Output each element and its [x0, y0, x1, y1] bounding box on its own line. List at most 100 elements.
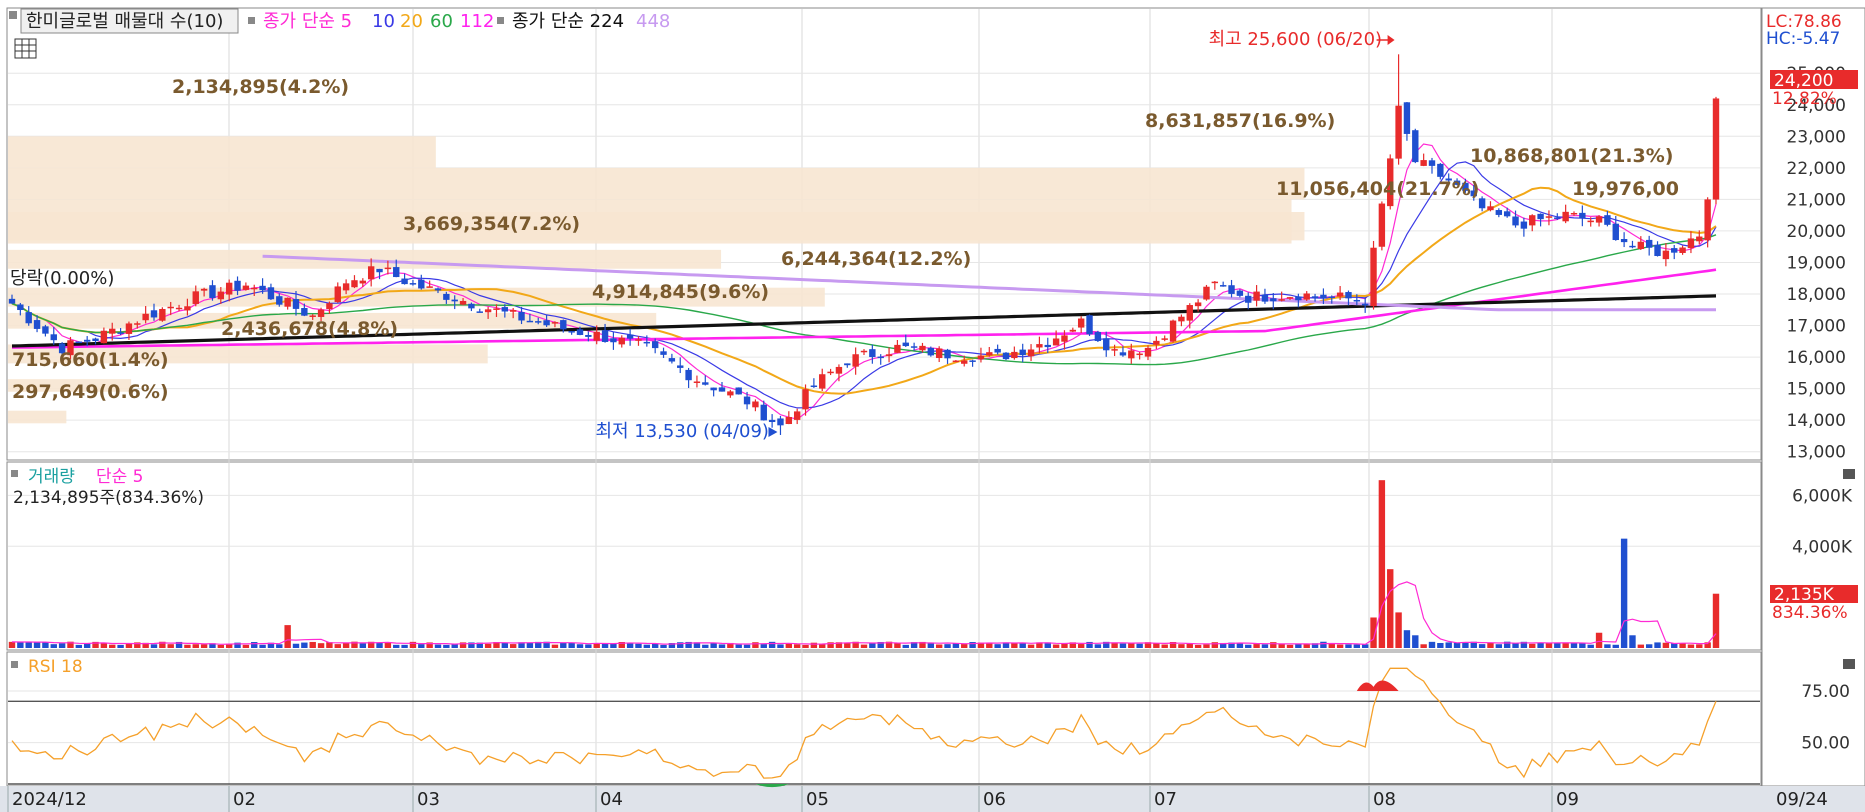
candle-up [752, 401, 759, 408]
volume-profile-label: 10,868,801(21.3%) [1470, 145, 1673, 167]
volume-bar [284, 625, 291, 648]
volume-bar [1128, 643, 1135, 648]
candle-up [793, 411, 801, 420]
volume-bar [184, 644, 191, 648]
volume-panel[interactable] [6, 461, 1762, 651]
volume-profile-label: 297,649(0.6%) [12, 381, 169, 403]
candle-down [401, 278, 408, 285]
candle-down [1086, 315, 1093, 335]
y-tick-label: 15,000 [1787, 380, 1846, 400]
candle-down [1645, 239, 1653, 248]
candle-up [1687, 238, 1695, 249]
volume-bar [1537, 642, 1544, 648]
candle-down [702, 382, 709, 385]
stock-chart: 25,00024,00023,00022,00021,00020,00019,0… [0, 0, 1865, 812]
candle-up [551, 322, 559, 324]
candle-up [1136, 353, 1143, 356]
candle-down [1320, 294, 1327, 298]
volume-profile-label: 2,436,678(4.8%) [221, 318, 398, 340]
candle-down [1353, 299, 1361, 302]
volume-bar [1453, 642, 1461, 648]
candle-down [267, 287, 275, 300]
volume-bar [200, 644, 208, 648]
y-tick-label: 21,000 [1787, 190, 1846, 210]
candle-up [1712, 98, 1720, 200]
y-tick-label: 19,000 [1787, 253, 1846, 273]
volume-bar [702, 644, 709, 648]
candle-down [1119, 352, 1127, 356]
candle-down [1219, 285, 1227, 287]
volume-bar [217, 644, 225, 648]
rsi-close-icon[interactable] [1843, 659, 1855, 669]
volume-close-icon[interactable] [1843, 469, 1855, 479]
candle-down [75, 341, 83, 344]
candle-down [910, 346, 918, 348]
candle-up [1178, 316, 1185, 322]
volume-bar [860, 644, 868, 648]
volume-bar [1662, 642, 1670, 648]
candle-up [1144, 347, 1152, 357]
candle-up [1011, 351, 1018, 359]
volume-bar [1445, 642, 1452, 648]
candle-down [585, 334, 592, 337]
volume-bar [8, 641, 16, 648]
candle-up [1637, 241, 1645, 250]
volume-bar [334, 644, 341, 648]
legend-marker-ma [248, 17, 255, 24]
candle-up [192, 291, 199, 304]
candle-up [100, 330, 108, 344]
volume-bar [1478, 644, 1486, 648]
volume-bar [451, 644, 458, 648]
candle-up [1679, 247, 1686, 253]
candle-up [986, 352, 993, 356]
volume-bar [902, 644, 909, 648]
volume-bar [309, 641, 316, 648]
candle-down [50, 334, 57, 341]
y-tick-label: 13,000 [1787, 443, 1846, 463]
candle-up [317, 309, 325, 317]
volume-bar [944, 644, 951, 648]
candle-up [1052, 338, 1060, 346]
candle-up [894, 344, 901, 353]
candle-up [852, 354, 859, 367]
rsi-y-tick: 75.00 [1801, 682, 1850, 702]
volume-bar [1119, 643, 1127, 648]
table-icon[interactable] [14, 38, 37, 59]
candle-down [451, 299, 458, 302]
candle-up [125, 323, 133, 334]
candle-down [668, 358, 676, 362]
candle-up [1169, 320, 1177, 342]
candle-up [351, 280, 358, 288]
candle-down [560, 320, 567, 330]
volume-bar [509, 644, 517, 648]
candle-up [384, 267, 392, 270]
volume-bar [276, 644, 283, 648]
volume-bar [1595, 632, 1603, 648]
x-axis-label: 04 [600, 789, 623, 810]
candle-down [743, 396, 751, 405]
candle-down [677, 365, 684, 368]
volume-bar [150, 644, 158, 648]
volume-profile-band [8, 410, 67, 424]
candle-up [1704, 199, 1711, 241]
candle-down [1270, 298, 1277, 302]
y-tick-label: 23,000 [1787, 127, 1846, 147]
candle-up [1487, 206, 1494, 211]
volume-bar [242, 644, 250, 648]
candle-down [660, 351, 667, 355]
legend-marker-stock [9, 11, 17, 19]
volume-y-tick: 6,000K [1792, 486, 1853, 506]
candle-down [877, 356, 884, 359]
volume-bar [585, 644, 592, 648]
candle-down [276, 296, 283, 305]
volume-bar [1153, 643, 1160, 648]
volume-bar [443, 644, 450, 648]
volume-bar [50, 644, 57, 648]
candle-down [418, 279, 425, 289]
volume-bar [1178, 644, 1185, 648]
candle-up [184, 306, 191, 311]
volume-bar [844, 643, 851, 648]
volume-bar [1403, 630, 1411, 648]
candle-down [1495, 210, 1503, 215]
volume-bar [1328, 644, 1335, 648]
